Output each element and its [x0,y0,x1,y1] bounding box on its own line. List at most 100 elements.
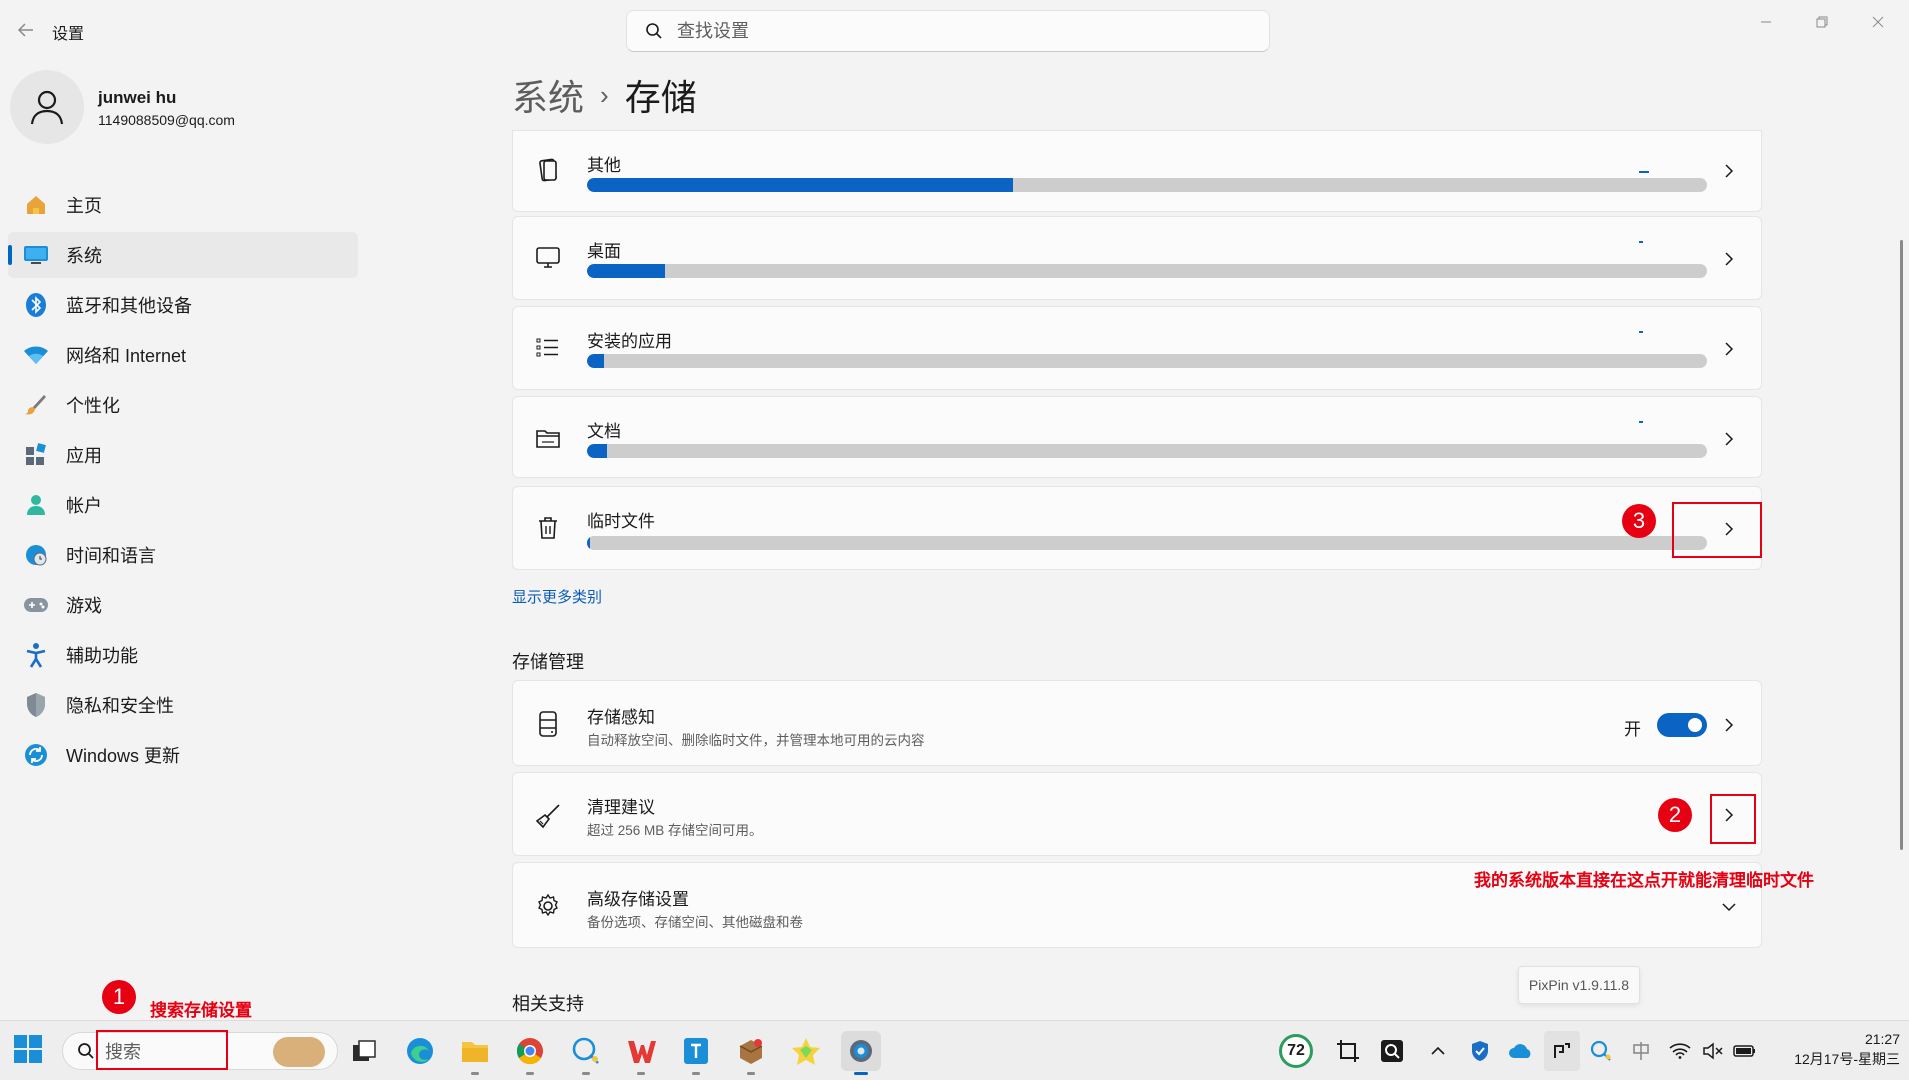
tray-wifi[interactable] [1664,1031,1696,1071]
running-indicator [471,1072,479,1075]
sidebar-item-bluetooth[interactable]: 蓝牙和其他设备 [8,282,358,328]
tray-pixpin[interactable] [1544,1031,1580,1071]
breadcrumb-parent[interactable]: 系统 [512,69,584,121]
tray-search-tool[interactable] [1374,1031,1410,1071]
annotation-box-search [96,1030,228,1070]
cleanup-recommendations-card[interactable]: 清理建议 超过 256 MB 存储空间可用。 [512,772,1762,856]
app-title: 设置 [52,26,85,43]
tray-badge-app[interactable]: 72 [1276,1031,1316,1071]
usage-bar-fill [587,536,591,550]
storage-category-installed-apps[interactable]: 安装的应用 [512,306,1762,390]
usage-bar-fill [587,178,1013,192]
chevron-right-icon [1719,161,1739,181]
settings-search-input[interactable] [677,20,1237,42]
taskbar-wps[interactable] [621,1031,661,1075]
tray-crop-tool[interactable] [1330,1031,1366,1071]
chevron-right-icon [1719,429,1739,449]
cleanup-subtitle: 超过 256 MB 存储空间可用。 [587,823,763,838]
tray-security[interactable] [1464,1031,1496,1071]
annotation-box-cleanup [1710,794,1756,844]
tray-overflow-button[interactable] [1422,1031,1454,1071]
list-icon [533,333,563,363]
annotation-box-temp-files [1672,502,1762,558]
sidebar-item-accessibility[interactable]: 辅助功能 [8,632,358,678]
running-indicator [747,1072,755,1075]
title-bar: 设置 [0,0,1909,60]
folder-app-icon [462,1042,488,1062]
sidebar-item-label: 个性化 [66,396,120,416]
usage-bar [587,536,1707,550]
show-more-categories-link[interactable]: 显示更多类别 [512,586,602,607]
taskbar-settings[interactable] [841,1031,881,1075]
sidebar-item-apps[interactable]: 应用 [8,432,358,478]
taskbar-text-app[interactable] [676,1031,716,1075]
update-icon [22,741,50,769]
scrollbar[interactable] [1900,240,1903,850]
sidebar-item-privacy[interactable]: 隐私和安全性 [8,682,358,728]
sidebar-nav: 主页 系统 蓝牙和其他设备 网络和 Internet 个性化 应用 帐户 时间和… [8,182,358,782]
taskbar: 搜索 72 21:27 12月17号-星期三 [0,1020,1909,1080]
search-highlight-image [273,1037,325,1067]
sidebar-item-windows-update[interactable]: Windows 更新 [8,732,358,778]
storage-category-label: 其他 [587,156,621,175]
accessibility-icon [22,641,50,669]
taskbar-package-app[interactable] [731,1031,771,1075]
minimize-button[interactable] [1738,6,1794,38]
toggle-state-label: 开 [1624,720,1641,739]
taskbar-task-view[interactable] [344,1031,384,1071]
taskbar-chat-app[interactable] [566,1031,606,1075]
cloud-icon [1509,1044,1531,1058]
restore-button[interactable] [1794,6,1850,38]
avatar [10,70,84,144]
storage-sense-toggle[interactable] [1657,713,1707,737]
tray-volume[interactable] [1698,1031,1728,1071]
storage-category-documents[interactable]: 文档 [512,396,1762,478]
storage-category-desktop[interactable]: 桌面 [512,216,1762,300]
gear-icon [533,891,563,921]
system-display-icon [22,241,50,269]
wifi-icon [22,341,50,369]
start-button[interactable] [12,1033,48,1069]
security-shield-icon [1472,1041,1488,1061]
running-indicator [692,1072,700,1075]
main-content: 其他 桌面 安装的应用 文档 临时文件 显示更多类别 存储管理 存储感知 自动释… [512,130,1762,1030]
user-profile[interactable]: junwei hu 1149088509@qq.com [8,70,358,146]
storage-sense-card[interactable]: 存储感知 自动释放空间、删除临时文件，并管理本地可用的云内容 开 [512,680,1762,766]
clock-date: 12月17号-星期三 [1794,1051,1900,1067]
taskbar-star-app[interactable] [786,1031,826,1071]
close-button[interactable] [1850,6,1906,38]
wps-office-icon [628,1041,656,1063]
storage-category-other[interactable]: 其他 [512,130,1762,212]
usage-bar [587,264,1707,278]
sidebar-item-accounts[interactable]: 帐户 [8,482,358,528]
storage-category-label: 临时文件 [587,512,655,531]
tray-ime[interactable] [1624,1031,1658,1071]
sidebar-item-personalization[interactable]: 个性化 [8,382,358,428]
star-puzzle-icon [792,1038,820,1065]
task-view-icon [353,1040,376,1061]
sidebar-item-network[interactable]: 网络和 Internet [8,332,358,378]
sidebar-item-home[interactable]: 主页 [8,182,358,228]
back-button[interactable] [8,14,44,46]
chrome-browser-icon [516,1038,543,1065]
settings-search[interactable] [626,10,1270,52]
chevron-down-icon[interactable] [1719,897,1739,917]
taskbar-edge[interactable] [400,1031,440,1071]
sidebar-item-gaming[interactable]: 游戏 [8,582,358,628]
user-email: 1149088509@qq.com [98,112,235,128]
taskbar-file-explorer[interactable] [455,1031,495,1075]
storage-category-temp-files[interactable]: 临时文件 [512,486,1762,570]
taskbar-clock[interactable]: 21:27 12月17号-星期三 [1770,1029,1900,1069]
sidebar-item-system[interactable]: 系统 [8,232,358,278]
annotation-step-2: 2 [1658,798,1692,832]
tray-chat[interactable] [1584,1031,1618,1071]
sidebar-item-label: 辅助功能 [66,646,138,666]
user-name: junwei hu [98,88,177,107]
taskbar-chrome[interactable] [510,1031,550,1075]
usage-indicator [1639,421,1643,423]
tray-battery[interactable] [1730,1031,1760,1071]
close-icon [1872,16,1884,28]
sidebar-item-time-language[interactable]: 时间和语言 [8,532,358,578]
brush-icon [22,391,50,419]
tray-onedrive[interactable] [1504,1031,1538,1071]
